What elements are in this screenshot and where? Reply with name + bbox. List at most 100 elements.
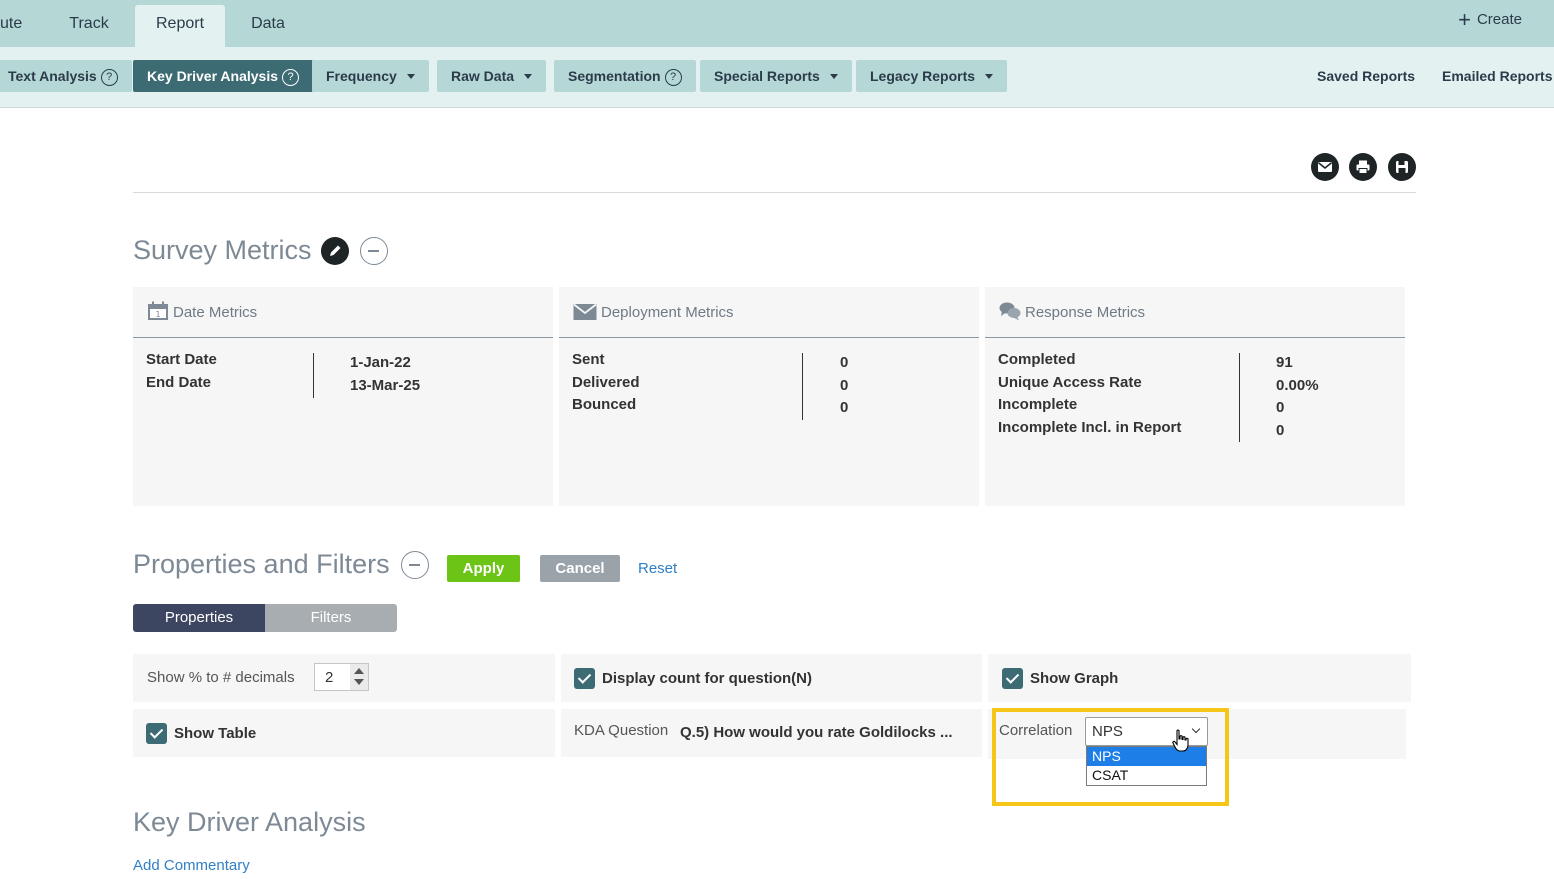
deployment-metrics-header: Deployment Metrics xyxy=(559,287,979,338)
show-graph-checkbox[interactable] xyxy=(1002,668,1023,689)
incomplete-value: 0 xyxy=(1276,399,1285,416)
date-metrics-label: Date Metrics xyxy=(173,304,258,321)
key-driver-analysis-label: Key Driver Analysis xyxy=(147,68,278,84)
raw-data-label: Raw Data xyxy=(451,68,515,84)
delivered-value: 0 xyxy=(840,376,849,394)
tab-execute[interactable]: ute xyxy=(0,0,30,47)
help-icon: ? xyxy=(100,69,118,86)
svg-text:1: 1 xyxy=(155,310,160,319)
raw-data-dropdown[interactable]: Raw Data xyxy=(437,60,547,92)
incomplete-incl-label: Incomplete Incl. in Report xyxy=(998,418,1182,436)
plus-icon: + xyxy=(1458,7,1471,32)
correlation-label: Correlation xyxy=(999,722,1073,739)
special-reports-label: Special Reports xyxy=(714,68,820,84)
arrow-up-icon[interactable] xyxy=(354,668,364,674)
start-date-label: Start Date xyxy=(146,351,217,368)
date-metrics-header: 1 Date Metrics xyxy=(133,287,553,338)
deployment-metrics-card: Deployment Metrics Sent Delivered Bounce… xyxy=(559,287,979,506)
legacy-reports-dropdown[interactable]: Legacy Reports xyxy=(856,60,1008,92)
tab-filters[interactable]: Filters xyxy=(265,604,397,632)
bounced-value: 0 xyxy=(840,399,849,416)
chevron-down-icon xyxy=(1191,724,1201,734)
start-date-value: 1-Jan-22 xyxy=(350,354,411,371)
deployment-metric-values: 0 0 0 xyxy=(840,354,848,422)
calendar-icon: 1 xyxy=(147,291,169,342)
date-metric-values: 1-Jan-22 13-Mar-25 xyxy=(350,354,420,399)
response-metrics-label: Response Metrics xyxy=(1025,304,1146,321)
top-nav: ute Track Report Data + Create xyxy=(0,0,1554,47)
special-reports-dropdown[interactable]: Special Reports xyxy=(700,60,852,92)
properties-filters-title: Properties and Filters xyxy=(133,549,390,579)
kda-section-title: Key Driver Analysis xyxy=(133,807,366,837)
hand-cursor-icon xyxy=(1172,729,1190,758)
end-date-value: 13-Mar-25 xyxy=(350,376,421,394)
date-metrics-card: 1 Date Metrics Start Date End Date 1-Jan… xyxy=(133,287,553,506)
frequency-dropdown[interactable]: Frequency xyxy=(312,60,429,92)
incomplete-incl-value: 0 xyxy=(1276,421,1285,439)
end-date-label: End Date xyxy=(146,373,212,391)
cancel-button[interactable]: Cancel xyxy=(540,555,620,582)
caret-down-icon xyxy=(406,74,415,79)
legacy-reports-label: Legacy Reports xyxy=(870,68,976,84)
sent-value: 0 xyxy=(840,354,849,371)
email-icon[interactable] xyxy=(1311,153,1339,181)
column-divider xyxy=(1239,353,1240,442)
save-icon[interactable] xyxy=(1388,153,1416,181)
completed-label: Completed xyxy=(998,351,1076,368)
tab-track[interactable]: Track xyxy=(52,0,126,47)
tab-data[interactable]: Data xyxy=(234,0,302,47)
show-table-checkbox[interactable] xyxy=(146,723,167,744)
survey-metrics-title: Survey Metrics xyxy=(133,235,312,265)
emailed-reports-link[interactable]: Emailed Reports xyxy=(1442,68,1552,84)
tab-properties[interactable]: Properties xyxy=(133,604,265,632)
collapse-metrics-button[interactable] xyxy=(360,237,388,265)
completed-value: 91 xyxy=(1276,354,1293,371)
saved-reports-link[interactable]: Saved Reports xyxy=(1317,68,1415,84)
bounced-label: Bounced xyxy=(572,396,637,413)
display-count-label: Display count for question(N) xyxy=(602,670,812,687)
segmentation-label: Segmentation xyxy=(568,68,661,84)
decimals-label: Show % to # decimals xyxy=(147,669,295,686)
caret-down-icon xyxy=(985,74,994,79)
text-analysis-button[interactable]: Text Analysis? xyxy=(0,60,132,92)
reset-link[interactable]: Reset xyxy=(638,560,677,577)
tab-report[interactable]: Report xyxy=(135,5,225,47)
add-commentary-link[interactable]: Add Commentary xyxy=(133,857,250,874)
create-button[interactable]: + Create xyxy=(1458,0,1522,40)
option-csat[interactable]: CSAT xyxy=(1087,766,1206,785)
chat-bubbles-icon xyxy=(999,291,1021,342)
show-table-label: Show Table xyxy=(174,725,257,742)
key-driver-analysis-button[interactable]: Key Driver Analysis? xyxy=(133,60,313,92)
text-analysis-label: Text Analysis xyxy=(8,68,97,84)
stepper-arrows[interactable] xyxy=(350,664,368,690)
arrow-down-icon[interactable] xyxy=(354,679,364,685)
edit-pencil-icon[interactable] xyxy=(321,237,349,265)
kda-question-value[interactable]: Q.5) How would you rate Goldilocks ... xyxy=(680,724,953,741)
help-icon: ? xyxy=(664,69,682,86)
collapse-properties-button[interactable] xyxy=(401,551,429,579)
correlation-selected-value: NPS xyxy=(1092,723,1123,740)
date-metric-labels: Start Date End Date xyxy=(146,351,217,396)
deployment-metric-labels: Sent Delivered Bounced xyxy=(572,351,640,419)
segmentation-button[interactable]: Segmentation? xyxy=(554,60,696,92)
create-label: Create xyxy=(1476,11,1522,28)
response-metric-labels: Completed Unique Access Rate Incomplete … xyxy=(998,351,1181,441)
decimals-stepper[interactable]: 2 xyxy=(314,663,369,691)
header-divider xyxy=(133,192,1416,193)
response-metric-values: 91 0.00% 0 0 xyxy=(1276,354,1319,444)
kda-question-label: KDA Question xyxy=(574,722,669,739)
apply-button[interactable]: Apply xyxy=(447,555,520,582)
column-divider xyxy=(802,353,803,420)
sent-label: Sent xyxy=(572,351,605,368)
response-metrics-header: Response Metrics xyxy=(985,287,1405,338)
decimals-value: 2 xyxy=(325,669,334,686)
caret-down-icon xyxy=(829,74,838,79)
help-icon: ? xyxy=(282,69,299,86)
print-icon[interactable] xyxy=(1349,153,1377,181)
caret-down-icon xyxy=(524,74,533,79)
sub-nav: Text Analysis? Key Driver Analysis? Freq… xyxy=(0,47,1554,108)
deployment-metrics-label: Deployment Metrics xyxy=(601,304,734,321)
display-count-checkbox[interactable] xyxy=(574,668,595,689)
properties-filters-toggle: Properties Filters xyxy=(133,604,397,632)
unique-access-rate-label: Unique Access Rate xyxy=(998,373,1142,391)
